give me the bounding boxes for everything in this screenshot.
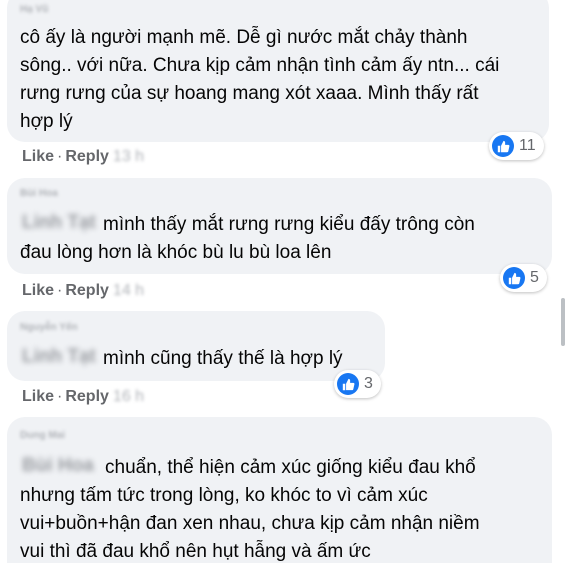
comment-text-line: vui thì đã đau khổ nên hụt hẫng và ấm ức [20,541,371,562]
like-icon [503,267,525,289]
reaction-count-number: 3 [364,375,373,392]
comment-text-line: cô ấy là người mạnh mẽ. Dễ gì nước mắt c… [20,27,468,48]
comment-text-line: mình thấy mắt rưng rưng kiểu đấy trông c… [103,214,475,235]
like-button[interactable]: Like [22,148,54,165]
comment-text-line: chuẩn, thể hiện cảm xúc giống kiểu đau k… [105,457,476,478]
reaction-count[interactable]: 3 [334,370,381,398]
mention-tag[interactable]: Linh Tạt [22,212,96,234]
like-button[interactable]: Like [22,388,54,405]
reply-button[interactable]: Reply [65,148,109,165]
mention-tag[interactable]: Linh Tạt [22,346,96,368]
comment-text-line: rưng rưng của sự hoang mang xót xaaa. Mì… [20,83,479,104]
comment-timestamp[interactable]: 14 h [109,282,144,299]
comment-timestamp[interactable]: 13 h [109,148,144,165]
comments-thread: Hạ Vũ cô ấy là người mạnh mẽ. Dễ gì nước… [0,0,565,563]
comment-text-line: đau lòng hơn là khóc bù lu bù loa lên [20,242,332,263]
comment-text-line: hợp lý [20,111,73,132]
comment-author[interactable]: Hạ Vũ [20,4,48,15]
reaction-count-number: 5 [530,269,539,286]
comment-text-line: mình cũng thấy thế là hợp lý [103,348,343,369]
like-icon [337,373,359,395]
reaction-count[interactable]: 5 [500,264,547,292]
comment-timestamp[interactable]: 16 h [109,388,144,405]
like-button[interactable]: Like [22,282,54,299]
scrollbar[interactable] [560,0,565,563]
mention-tag[interactable]: Bùi Hoa [22,455,94,477]
comment-author[interactable]: Dung Mai [20,430,65,441]
comment-actions: Like · Reply 14 h [22,282,145,299]
comment-actions: Like · Reply 16 h [22,388,145,405]
reaction-count[interactable]: 11 [489,132,544,160]
comment-author[interactable]: Bùi Hoa [20,188,58,199]
reply-button[interactable]: Reply [65,388,109,405]
reply-button[interactable]: Reply [65,282,109,299]
comment-actions: Like · Reply 13 h [22,148,145,165]
comment-text-line: sông.. với nữa. Chưa kịp cảm nhận tình c… [20,55,500,76]
like-icon [492,135,514,157]
comment-author[interactable]: Nguyễn Yến [20,322,78,333]
comment-text-line: vui+buồn+hận đan xen nhau, chưa kịp cảm … [20,513,480,534]
comment-text-line: nhưng tấm tức trong lòng, ko khóc to vì … [20,485,428,506]
scrollbar-thumb[interactable] [561,298,565,346]
reaction-count-number: 11 [519,137,536,154]
